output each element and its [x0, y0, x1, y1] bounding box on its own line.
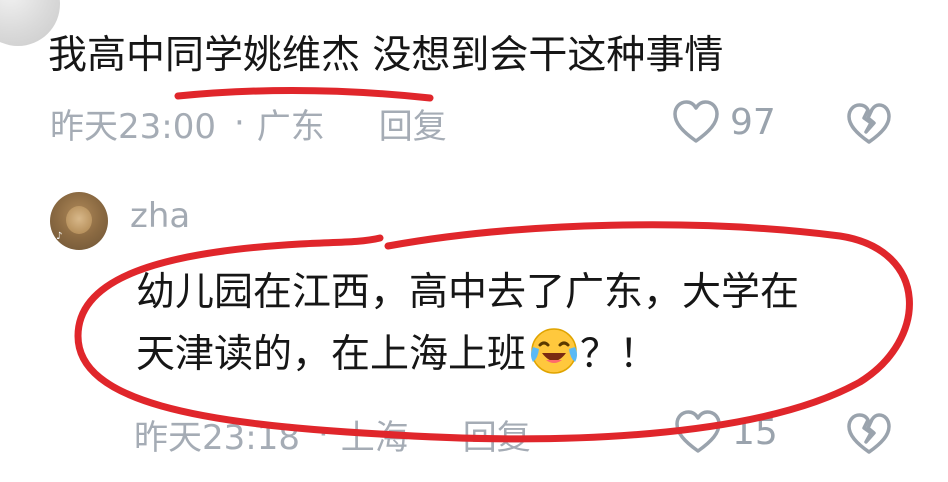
- reply-button[interactable]: 回复: [379, 99, 447, 148]
- broken-heart-icon: [847, 413, 891, 454]
- reply-location: 上海: [340, 417, 409, 458]
- like-button[interactable]: 15: [672, 408, 778, 456]
- heart-outline-icon: [673, 100, 719, 143]
- reply-meta: 昨天23:18 · 上海 回复: [134, 410, 531, 458]
- comment-time: 昨天23:00: [50, 106, 216, 147]
- meta-separator: ·: [233, 103, 245, 143]
- reply-text-line-2: 天津读的，在上海上班 ？！: [136, 324, 906, 386]
- reply-username[interactable]: zha: [130, 196, 190, 236]
- tiktok-mark-icon: ♪: [56, 231, 63, 242]
- avatar[interactable]: ♪: [50, 192, 108, 250]
- reply-text-main: 天津读的，在上海上班: [136, 332, 527, 377]
- dislike-button[interactable]: [844, 411, 894, 457]
- broken-heart-icon: [847, 103, 891, 144]
- comment-location: 广东: [256, 106, 325, 147]
- reply-text-suffix: ？！: [580, 332, 659, 377]
- reply-time: 昨天23:18: [134, 417, 300, 458]
- like-count: 15: [732, 411, 778, 453]
- comment-meta: 昨天23:00 · 广东 回复: [50, 99, 447, 147]
- heart-outline-icon: [675, 410, 721, 453]
- underline-annotation: [174, 86, 434, 102]
- laughing-crying-emoji-icon: [531, 328, 578, 374]
- meta-separator: ·: [317, 414, 329, 454]
- comment-thread: 我高中同学姚维杰 没想到会干这种事情 昨天23:00 · 广东 回复 97 ♪ …: [0, 0, 948, 482]
- like-count: 97: [730, 101, 776, 143]
- reply-text-line-1: 幼儿园在江西，高中去了广东，大学在: [136, 270, 800, 315]
- comment-text: 我高中同学姚维杰 没想到会干这种事情: [48, 33, 724, 78]
- reply-comment-text: 幼儿园在江西，高中去了广东，大学在 天津读的，在上海上班 ？！: [136, 262, 906, 386]
- lion-avatar-image: [66, 206, 92, 234]
- reply-button[interactable]: 回复: [463, 410, 531, 459]
- like-button[interactable]: 97: [670, 98, 776, 146]
- dislike-button[interactable]: [844, 101, 894, 147]
